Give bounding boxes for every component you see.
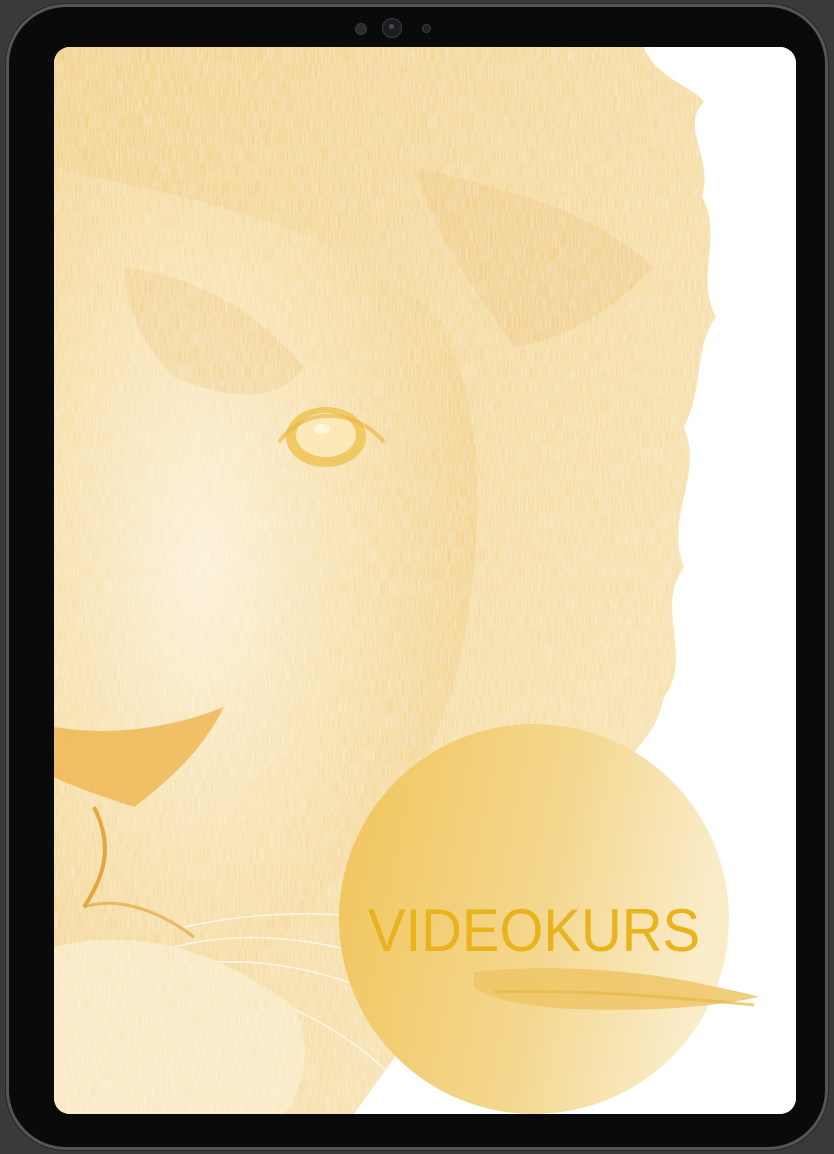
tablet-frame: VIDEOKURS <box>6 4 828 1150</box>
tablet-screen: VIDEOKURS <box>54 47 796 1114</box>
camera-bar <box>6 18 828 38</box>
camera-icon <box>382 18 402 38</box>
badge-label: VIDEOKURS <box>367 897 701 964</box>
light-sensor-icon <box>422 24 431 33</box>
course-badge: VIDEOKURS <box>334 719 734 1114</box>
sensor-icon <box>355 23 367 35</box>
